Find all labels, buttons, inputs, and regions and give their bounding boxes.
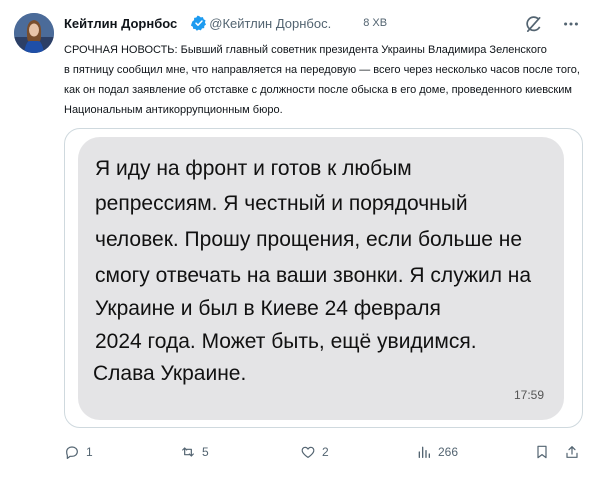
message-line: Слава Украине. xyxy=(93,362,247,385)
bookmark-icon xyxy=(537,445,547,459)
repost-count: 5 xyxy=(202,445,209,459)
avatar-image xyxy=(14,13,54,53)
share-icon xyxy=(566,446,578,458)
reply-button[interactable]: 1 xyxy=(64,440,93,464)
views-count: 266 xyxy=(438,445,459,459)
tweet-text-line: СРОЧНАЯ НОВОСТЬ: Бывший главный советник… xyxy=(64,44,547,56)
tweet-text-line: в пятницу сообщил мне, что направляется … xyxy=(64,64,580,76)
message-line: смогу отвечать на ваши звонки. Я служил … xyxy=(95,264,532,287)
author-handle[interactable]: @Кейтлин Дорнбос. xyxy=(209,16,331,31)
repost-button[interactable]: 5 xyxy=(180,440,209,464)
author-name[interactable]: Кейтлин Дорнбос xyxy=(64,16,177,31)
message-bubble: Я иду на фронт и готов к любым репрессия… xyxy=(78,137,564,420)
tweet-text: СРОЧНАЯ НОВОСТЬ: Бывший главный советник… xyxy=(64,40,586,120)
share-button[interactable] xyxy=(564,440,586,464)
message-line: репрессиям. Я честный и порядочный xyxy=(95,192,468,215)
tweet-time[interactable]: 8 ХВ xyxy=(363,17,387,29)
avatar[interactable] xyxy=(14,13,54,53)
views-chart-icon xyxy=(418,446,430,458)
bookmark-button[interactable] xyxy=(534,440,556,464)
like-button[interactable]: 2 xyxy=(300,440,329,464)
heart-icon xyxy=(301,446,315,458)
reply-count: 1 xyxy=(86,445,93,459)
tweet-media[interactable]: Я иду на фронт и готов к любым репрессия… xyxy=(64,128,583,428)
top-actions xyxy=(523,14,581,34)
message-line: человек. Прошу прощения, если больше не xyxy=(95,228,523,251)
tweet-text-line: как он подал заявление об отставке с дол… xyxy=(64,84,572,96)
message-line: 2024 года. Может быть, ещё увидимся. xyxy=(95,330,477,353)
verified-badge-icon xyxy=(191,15,207,31)
like-count: 2 xyxy=(322,445,329,459)
grok-icon[interactable] xyxy=(523,14,543,34)
tweet-header: Кейтлин Дорнбос @Кейтлин Дорнбос. 8 ХВ xyxy=(64,13,387,33)
action-bar: 1 5 2 266 xyxy=(64,440,586,464)
message-line: Я иду на фронт и готов к любым xyxy=(95,157,412,180)
repost-icon xyxy=(182,447,194,457)
views-button[interactable]: 266 xyxy=(416,440,458,464)
tweet-text-line: Национальным антикоррупционным бюро. xyxy=(64,104,283,116)
message-time: 17:59 xyxy=(513,388,544,402)
message-line: Украине и был в Киеве 24 февраля xyxy=(95,297,441,320)
reply-icon xyxy=(66,446,78,459)
more-icon[interactable] xyxy=(561,14,581,34)
